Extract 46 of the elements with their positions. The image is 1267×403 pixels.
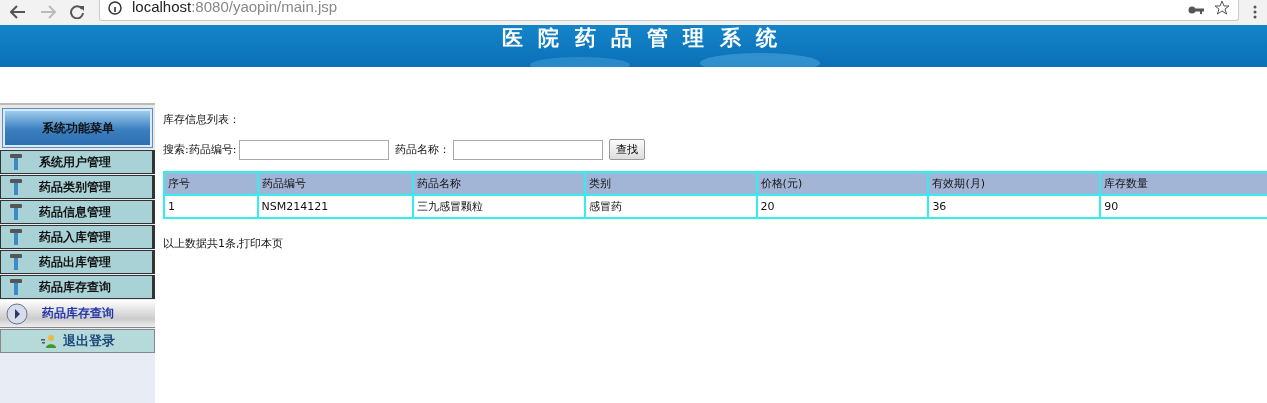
table-cell: 1 [164, 195, 258, 218]
submenu-item[interactable]: 药品库存查询 [0, 300, 155, 328]
hammer-icon [9, 253, 23, 271]
hammer-icon [9, 278, 23, 296]
column-header: 库存数量 [1100, 172, 1267, 195]
banner-title: 医 院 药 品 管 理 系 统 [500, 25, 783, 51]
play-circle-icon [6, 302, 28, 325]
key-icon[interactable] [1188, 5, 1204, 15]
find-button[interactable]: 查找 [609, 139, 646, 160]
table-cell: 感冒药 [584, 195, 757, 218]
hammer-icon [9, 228, 23, 246]
menu-item[interactable]: 药品类别管理 [0, 175, 155, 199]
hammer-icon [9, 153, 23, 171]
info-icon[interactable] [108, 1, 122, 15]
menu-item[interactable]: 药品出库管理 [0, 250, 155, 274]
column-header: 价格(元) [756, 172, 929, 195]
address-text[interactable]: localhost:8080/yaopin/main.jsp [132, 0, 338, 16]
menu-item[interactable]: 药品入库管理 [0, 225, 155, 249]
footer-text: 以上数据共1条,打印本页 [163, 236, 285, 251]
hammer-icon [9, 178, 23, 196]
user-icon [40, 334, 57, 348]
search-label: 药品名称： [395, 142, 451, 157]
menu-item[interactable]: 药品库存查询 [0, 275, 155, 299]
search-label: 搜索:药品编号: [163, 142, 237, 157]
column-header: 类别 [584, 172, 757, 195]
column-header: 序号 [164, 172, 258, 195]
menu-header: 系统功能菜单 [3, 109, 152, 147]
section-heading: 库存信息列表： [163, 113, 241, 127]
table-cell: 36 [928, 195, 1101, 218]
star-icon[interactable] [1214, 0, 1230, 15]
table-cell: 三九感冒颗粒 [413, 195, 585, 218]
address-bar[interactable]: localhost:8080/yaopin/main.jsp [99, 0, 1239, 21]
column-header: 有效期(月) [928, 172, 1101, 195]
name-field[interactable] [453, 139, 604, 160]
menu-item[interactable]: 系统用户管理 [0, 150, 155, 174]
back-icon[interactable] [10, 5, 26, 19]
table-cell: 20 [756, 195, 929, 218]
menu-icon[interactable] [1253, 5, 1257, 19]
code-field[interactable] [239, 139, 390, 160]
column-header: 药品名称 [413, 172, 585, 195]
table-cell: NSM214121 [257, 195, 414, 218]
column-header: 药品编号 [257, 172, 414, 195]
menu-item[interactable]: 药品信息管理 [0, 200, 155, 224]
hammer-icon [9, 203, 23, 221]
logout-button[interactable]: 退出登录 [0, 329, 155, 353]
reload-icon[interactable] [70, 5, 85, 19]
